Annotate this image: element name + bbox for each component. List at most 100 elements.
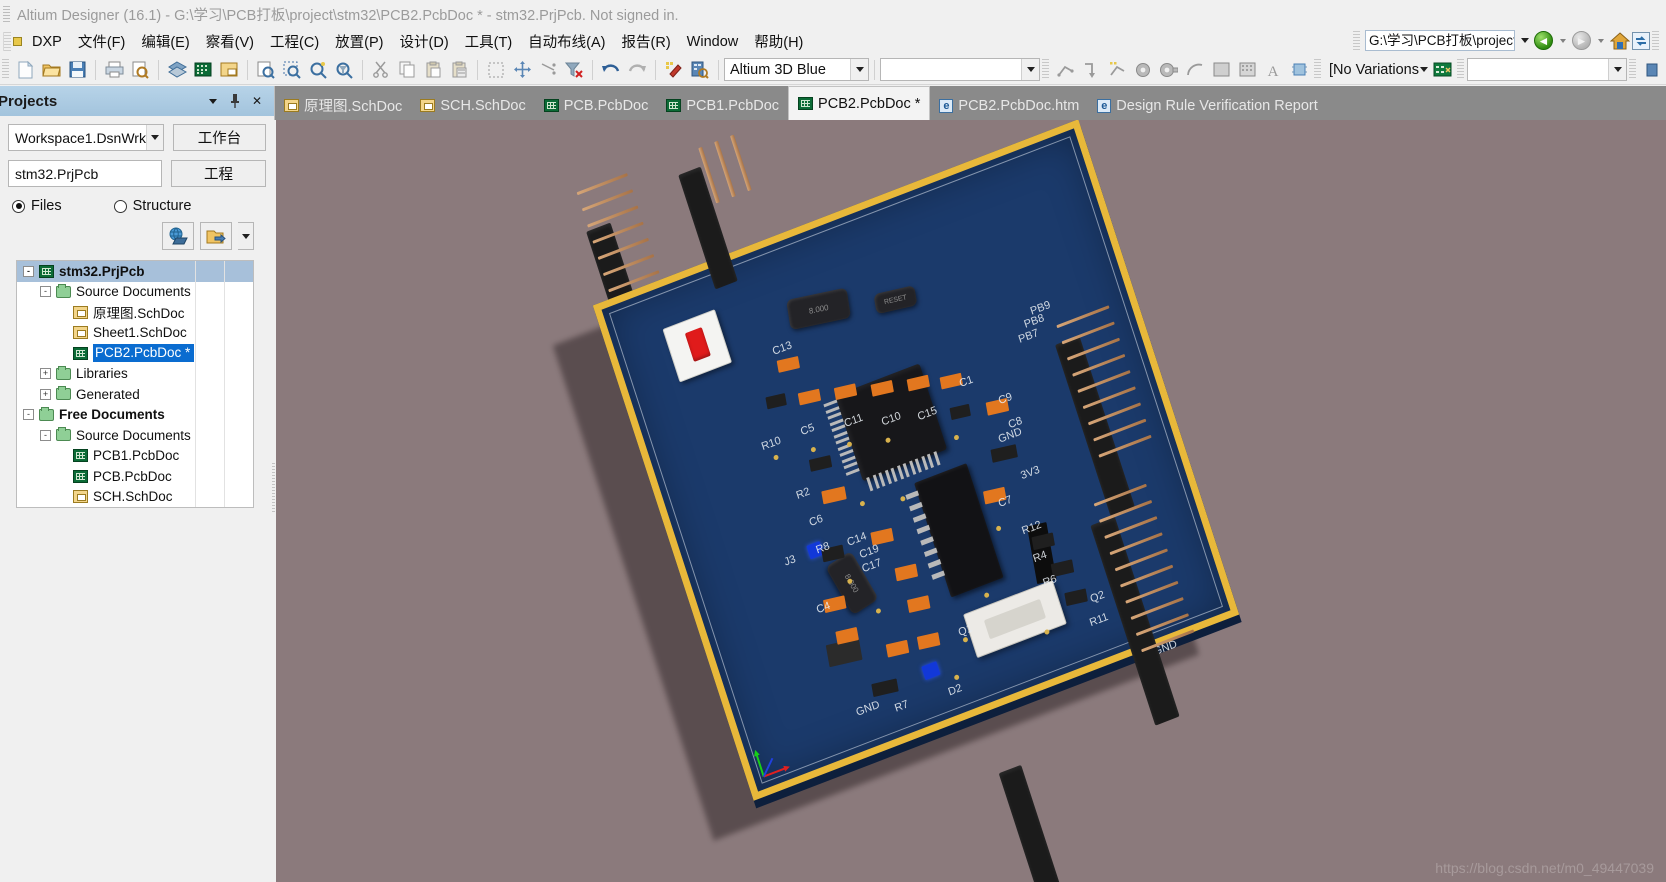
secondary-combo-dropdown-arrow[interactable] [1021,59,1039,80]
tab-schematic-cn[interactable]: 原理图.SchDoc [275,90,411,120]
chevron-down-icon[interactable] [206,94,220,108]
collapse-toggle-icon[interactable]: - [40,286,51,298]
tree-item[interactable]: 原理图.SchDoc [17,302,253,323]
place-arc-icon[interactable] [1183,58,1207,82]
open-folder-icon[interactable] [39,58,63,82]
pin-icon[interactable] [230,94,240,108]
layer-style-combo[interactable]: Altium 3D Blue [724,58,869,81]
select-area-icon[interactable] [484,58,508,82]
inspector-icon[interactable] [688,58,712,82]
menu-item-view[interactable]: 察看(V) [198,28,262,55]
path-dropdown-button[interactable] [1517,30,1532,51]
toolbar-handle-4[interactable] [1457,59,1464,80]
save-icon[interactable] [65,58,89,82]
menu-drag-handle[interactable] [3,32,11,51]
tree-item[interactable]: PCB.PcbDoc [17,466,253,487]
tree-item[interactable]: Sheet1.SchDoc [17,322,253,343]
menu-item-edit[interactable]: 编辑(E) [133,28,197,55]
menu-item-window[interactable]: Window [679,31,747,53]
tree-item[interactable]: PCB2.PcbDoc * [17,343,253,364]
tree-item[interactable]: SCH.SchDoc [17,486,253,507]
menu-item-project[interactable]: 工程(C) [262,28,327,55]
variant-combo[interactable]: [No Variations [1324,58,1429,81]
secondary-combo[interactable] [880,58,1040,81]
toolbar-handle-5[interactable] [1629,59,1636,80]
menu-item-place[interactable]: 放置(P) [327,28,391,55]
tab-pcb-pcbdoc[interactable]: PCB.PcbDoc [535,90,658,120]
layer-style-dropdown-arrow[interactable] [850,59,868,80]
zoom-selected-icon[interactable] [306,58,330,82]
toolbar-overflow-icon[interactable] [1640,58,1664,82]
copy-icon[interactable] [395,58,419,82]
collapse-toggle-icon[interactable]: - [23,409,34,421]
radio-files[interactable]: Files [12,198,62,214]
tree-item[interactable]: + Libraries [17,363,253,384]
undo-icon[interactable] [599,58,623,82]
place-via-icon[interactable] [1131,58,1155,82]
zoom-area-icon[interactable] [280,58,304,82]
print-preview-icon[interactable] [128,58,152,82]
toolbar-handle-2[interactable] [1042,59,1049,80]
tail-combo-dropdown-arrow[interactable] [1608,59,1626,80]
cut-icon[interactable] [369,58,393,82]
pcb-variant-icon[interactable] [1430,58,1454,82]
place-polygon-icon[interactable] [1235,58,1259,82]
project-button[interactable]: 工程 [171,160,266,187]
menu-item-autoroute[interactable]: 自动布线(A) [520,28,613,55]
print-icon[interactable] [102,58,126,82]
workspace-select[interactable]: Workspace1.DsnWrk [8,124,164,151]
menu-item-help[interactable]: 帮助(H) [746,28,811,55]
tab-pcb2-htm[interactable]: PCB2.PcbDoc.htm [930,90,1088,120]
menu-item-dxp[interactable]: DXP [24,31,70,53]
workspace-button[interactable]: 工作台 [172,124,266,151]
refresh-icon[interactable] [1632,31,1650,50]
tree-item[interactable]: + Generated [17,384,253,405]
place-track-icon[interactable] [1053,58,1077,82]
place-string-icon[interactable]: A [1261,58,1285,82]
zoom-filter-icon[interactable] [332,58,356,82]
align-icon[interactable] [536,58,560,82]
place-pad-icon[interactable] [1157,58,1181,82]
project-select[interactable]: stm32.PrjPcb [8,160,162,187]
tab-pcb1-pcbdoc[interactable]: PCB1.PcbDoc [657,90,788,120]
menu-item-reports[interactable]: 报告(R) [614,28,679,55]
paste-icon[interactable] [421,58,445,82]
tab-sch-schdoc[interactable]: SCH.SchDoc [411,90,534,120]
home-icon[interactable] [1609,31,1631,50]
expand-toggle-icon[interactable]: + [40,368,51,380]
open-project-dropdown-arrow[interactable] [238,222,254,250]
pcb-board-icon[interactable] [191,58,215,82]
tab-pcb2-pcbdoc[interactable]: PCB2.PcbDoc * [788,86,931,120]
new-document-icon[interactable] [13,58,37,82]
tree-item[interactable]: - Source Documents [17,281,253,302]
navigator-globe-icon[interactable] [162,222,194,250]
redo-icon[interactable] [625,58,649,82]
collapse-toggle-icon[interactable]: - [40,429,51,441]
tail-combo[interactable] [1467,58,1627,81]
menu-item-design[interactable]: 设计(D) [392,28,457,55]
place-fill-icon[interactable] [1209,58,1233,82]
tile-windows-icon[interactable] [217,58,241,82]
zoom-document-icon[interactable] [254,58,278,82]
tree-item[interactable]: - Source Documents [17,425,253,446]
move-icon[interactable] [510,58,534,82]
tab-drv-report[interactable]: Design Rule Verification Report [1088,90,1327,120]
pcb-3d-viewport[interactable]: 8.000 8.000 RESET C13 R10 C5 C11 C10 C15… [276,120,1666,882]
tree-item[interactable]: PCB1.PcbDoc [17,445,253,466]
highlight-pen-icon[interactable] [662,58,686,82]
place-component-icon[interactable] [1287,58,1311,82]
workspace-dropdown-arrow[interactable] [145,125,163,150]
collapse-toggle-icon[interactable]: - [23,265,34,277]
paste-special-icon[interactable] [447,58,471,82]
tree-item[interactable]: - Free Documents [17,404,253,425]
back-history-button[interactable] [1555,30,1570,51]
forward-history-button[interactable] [1593,30,1608,51]
expand-toggle-icon[interactable]: + [40,388,51,400]
close-icon[interactable]: ✕ [250,94,264,108]
nav-drag-handle[interactable] [1353,30,1360,51]
clear-filter-icon[interactable] [562,58,586,82]
tree-item[interactable]: - stm32.PrjPcb [17,261,253,282]
forward-arrow-icon[interactable]: ► [1572,31,1591,50]
menu-item-tools[interactable]: 工具(T) [457,28,521,55]
place-route-icon[interactable] [1079,58,1103,82]
